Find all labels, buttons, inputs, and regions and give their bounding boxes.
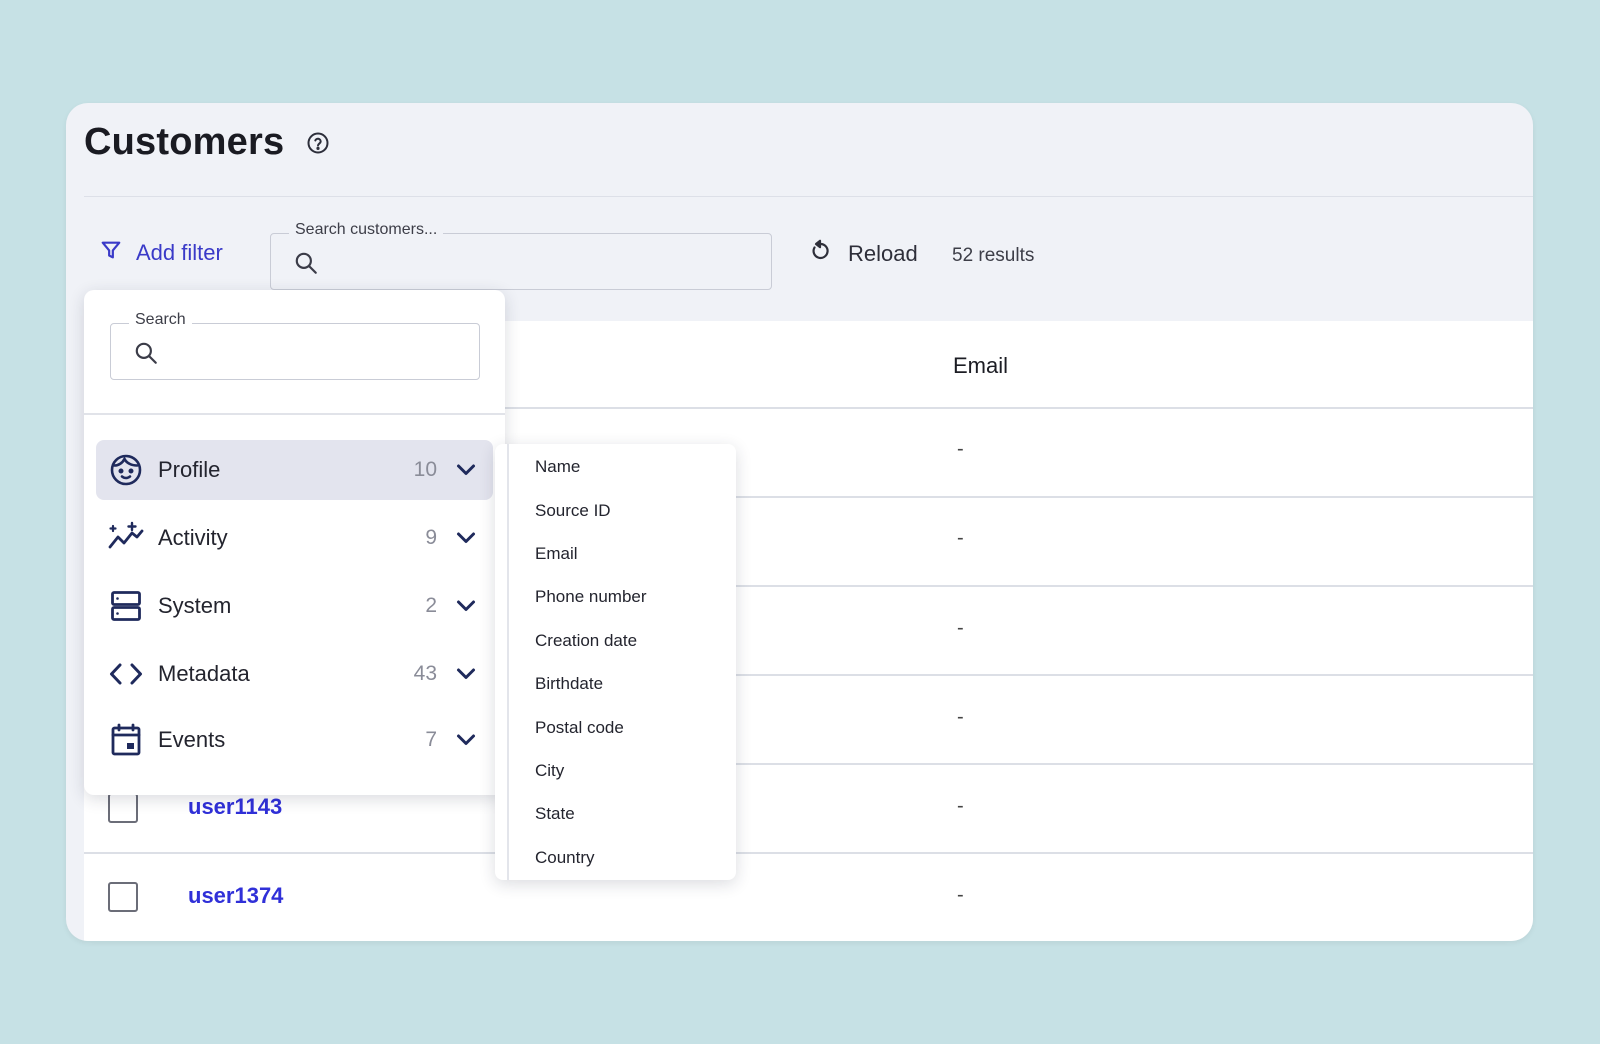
field-option-creation-date[interactable]: Creation date <box>535 631 637 651</box>
header-divider <box>84 196 1533 197</box>
row-checkbox[interactable] <box>108 882 138 912</box>
category-label: Events <box>158 727 226 752</box>
reload-button[interactable]: Reload <box>808 239 918 269</box>
category-count: 10 <box>413 458 437 481</box>
profile-fields-submenu: Name Source ID Email Phone number Creati… <box>495 444 736 880</box>
email-cell: - <box>957 527 964 549</box>
chevron-down-icon <box>453 727 479 753</box>
field-option-phone-number[interactable]: Phone number <box>535 587 647 607</box>
submenu-scrollbar[interactable] <box>507 444 509 880</box>
chevron-down-icon <box>453 525 479 551</box>
chevron-down-icon <box>453 593 479 619</box>
email-cell: - <box>957 617 964 639</box>
add-filter-button[interactable]: Add filter <box>100 239 223 267</box>
category-count: 7 <box>425 728 437 751</box>
calendar-event-icon <box>108 722 144 758</box>
customer-link[interactable]: user1143 <box>188 794 282 820</box>
email-cell: - <box>957 884 964 906</box>
toolbar: Add filter Search customers... Reload 52… <box>66 221 1533 291</box>
field-option-postal-code[interactable]: Postal code <box>535 718 624 738</box>
category-count: 43 <box>413 662 437 685</box>
email-cell: - <box>957 438 964 460</box>
help-circle-icon[interactable] <box>306 131 330 155</box>
field-option-birthdate[interactable]: Birthdate <box>535 674 603 694</box>
filter-search-legend: Search <box>129 311 192 329</box>
field-option-state[interactable]: State <box>535 804 575 824</box>
page-title: Customers <box>84 121 285 163</box>
add-filter-label: Add filter <box>136 240 223 265</box>
search-icon <box>293 250 319 281</box>
search-icon <box>133 340 159 371</box>
category-label: System <box>158 593 232 618</box>
field-option-city[interactable]: City <box>535 761 564 781</box>
filter-category-metadata[interactable]: Metadata 43 <box>96 644 493 704</box>
email-cell: - <box>957 706 964 728</box>
category-label: Profile <box>158 457 221 482</box>
title-row: Customers <box>84 121 330 164</box>
chevron-down-icon <box>453 457 479 483</box>
category-label: Activity <box>158 525 228 550</box>
reload-label: Reload <box>848 241 918 266</box>
filter-category-activity[interactable]: Activity 9 <box>96 508 493 568</box>
category-count: 9 <box>425 526 437 549</box>
filter-category-events[interactable]: Events 7 <box>96 710 493 770</box>
customer-link[interactable]: user1374 <box>188 883 283 909</box>
row-divider <box>84 852 1533 854</box>
category-count: 2 <box>425 594 437 617</box>
server-icon <box>108 588 144 624</box>
results-count: 52 results <box>952 245 1035 266</box>
column-header-email[interactable]: Email <box>953 353 1008 379</box>
email-cell: - <box>957 795 964 817</box>
row-checkbox[interactable] <box>108 793 138 823</box>
panel-divider <box>84 413 505 415</box>
field-option-source-id[interactable]: Source ID <box>535 501 611 521</box>
customer-search-input[interactable]: Search customers... <box>270 221 772 290</box>
category-label: Metadata <box>158 661 250 686</box>
chevron-down-icon <box>453 661 479 687</box>
reload-icon <box>808 239 832 269</box>
filter-category-profile[interactable]: Profile 10 <box>96 440 493 500</box>
field-option-name[interactable]: Name <box>535 457 580 477</box>
filter-funnel-icon <box>100 239 122 267</box>
face-icon <box>108 452 144 488</box>
filter-dropdown: Search Profile 10 Activity 9 System 2 Me… <box>84 290 505 795</box>
filter-category-system[interactable]: System 2 <box>96 576 493 636</box>
field-option-country[interactable]: Country <box>535 848 595 868</box>
activity-sparkle-icon <box>108 520 144 556</box>
field-option-email[interactable]: Email <box>535 544 578 564</box>
filter-search-input[interactable]: Search <box>110 311 480 380</box>
code-brackets-icon <box>108 656 144 692</box>
customer-search-legend: Search customers... <box>289 221 444 239</box>
